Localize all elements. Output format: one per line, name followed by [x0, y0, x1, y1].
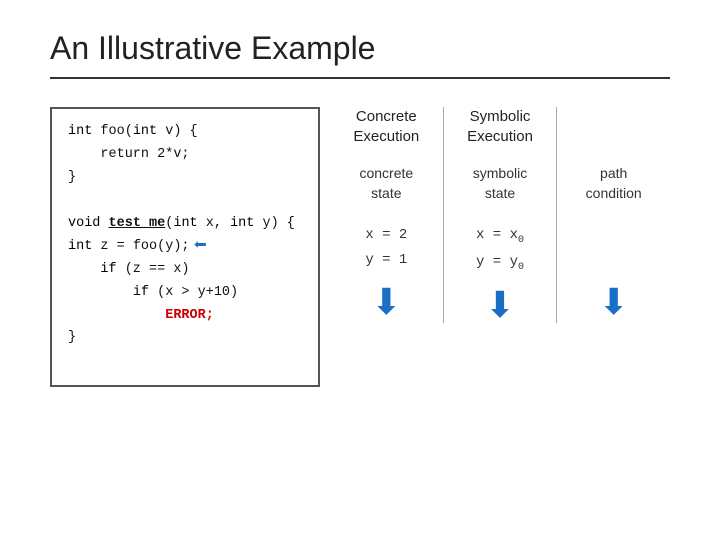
- path-condition-values: [609, 223, 617, 273]
- concrete-state-label: concretestate: [359, 164, 413, 203]
- content-area: int foo(int v) { return 2*v; } void test…: [50, 107, 670, 387]
- symbolic-execution-content: symbolicstate x = x0y = y0 ⬇: [473, 164, 527, 323]
- code-line-10: }: [68, 327, 302, 350]
- concrete-arrow-down: ⬇: [371, 284, 401, 320]
- title-divider: [50, 77, 670, 79]
- concrete-state-values: x = 2y = 1: [365, 223, 407, 273]
- path-condition-header: [612, 107, 616, 146]
- path-condition-content: pathcondition ⬇: [586, 164, 642, 320]
- code-box: int foo(int v) { return 2*v; } void test…: [50, 107, 320, 387]
- symbolic-execution-header: SymbolicExecution: [467, 107, 533, 146]
- slide-title: An Illustrative Example: [50, 30, 670, 67]
- concrete-execution-content: concretestate x = 2y = 1 ⬇: [359, 164, 413, 320]
- code-line-1: int foo(int v) {: [68, 121, 302, 144]
- columns-area: ConcreteExecution concretestate x = 2y =…: [330, 107, 670, 323]
- symbolic-execution-col: SymbolicExecution symbolicstate x = x0y …: [443, 107, 557, 323]
- code-line-3: }: [68, 167, 302, 190]
- path-condition-arrow-down: ⬇: [599, 284, 629, 320]
- code-line-7: if (z == x): [68, 259, 302, 282]
- code-line-9: ERROR;: [68, 305, 302, 328]
- code-line-5: void test_me(int x, int y) {: [68, 213, 302, 236]
- symbolic-state-values: x = x0y = y0: [476, 223, 524, 277]
- path-condition-label: pathcondition: [586, 164, 642, 203]
- code-line-8: if (x > y+10): [68, 282, 302, 305]
- symbolic-arrow-down: ⬇: [485, 287, 515, 323]
- code-line-6: int z = foo(y);⬅: [68, 236, 302, 259]
- symbolic-state-label: symbolicstate: [473, 164, 527, 203]
- code-line-2: return 2*v;: [68, 144, 302, 167]
- concrete-execution-header: ConcreteExecution: [353, 107, 419, 146]
- path-condition-col: pathcondition ⬇: [556, 107, 670, 323]
- concrete-execution-col: ConcreteExecution concretestate x = 2y =…: [330, 107, 443, 323]
- code-line-4: [68, 190, 302, 213]
- slide: An Illustrative Example int foo(int v) {…: [0, 0, 720, 540]
